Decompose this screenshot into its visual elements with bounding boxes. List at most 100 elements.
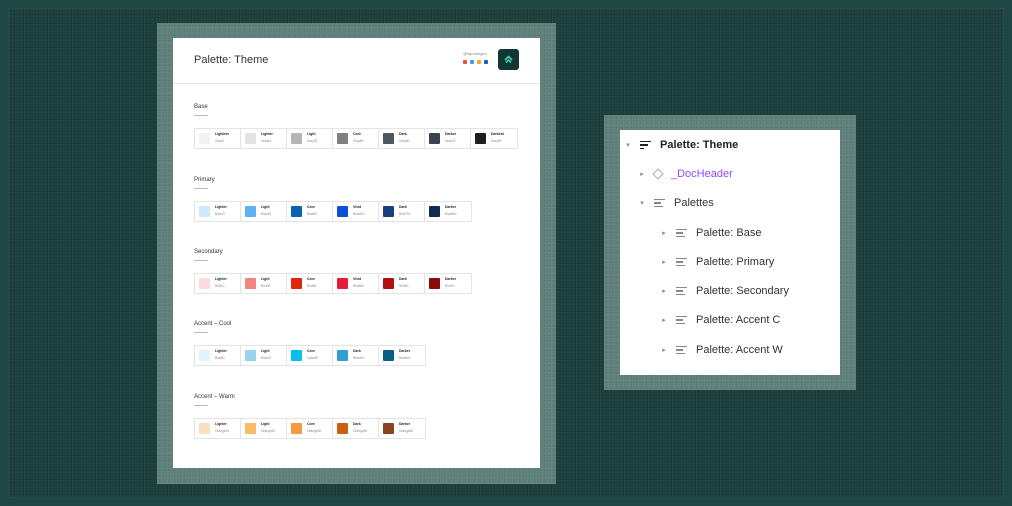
color-swatch[interactable]: Vivid Red50v	[333, 274, 379, 293]
swatch-variable: Blue40v	[353, 356, 365, 360]
color-swatch[interactable]: Core Blue50	[287, 202, 333, 221]
palette-section: Primary Lighter Blue10 Light Blue30 Core Blue5…	[194, 177, 472, 222]
caret-down-icon[interactable]: ▾	[638, 199, 646, 207]
swatch-row: Lightest Gray5 Lighter Gray10 Light Gray30 Cor…	[194, 128, 518, 149]
social-icon-1[interactable]	[463, 60, 467, 64]
swatch-variable: Blue30	[261, 212, 271, 216]
color-swatch[interactable]: Darker Orange60	[379, 419, 425, 438]
swatch-variable: Blue60v	[353, 212, 365, 216]
swatch-variable: Gray60	[353, 139, 364, 143]
color-swatch[interactable]: Dark Gray80	[379, 129, 425, 148]
color-swatch[interactable]: Lighter Blue10	[195, 202, 241, 221]
swatch-variable: Red30	[261, 284, 271, 288]
social-icon-4[interactable]	[484, 60, 488, 64]
color-swatch[interactable]: Lighter Blue5v	[195, 346, 241, 365]
color-swatch[interactable]: Darkest Gray90	[471, 129, 517, 148]
layer-item[interactable]: ▸ Palette: Primary	[660, 252, 774, 272]
color-swatch[interactable]: Lighter Red10	[195, 274, 241, 293]
color-swatch[interactable]: Core Cyan30	[287, 346, 333, 365]
color-swatch[interactable]: Darker Blue80v	[425, 202, 471, 221]
swatch-name: Lightest	[215, 132, 229, 136]
caret-right-icon[interactable]: ▸	[660, 229, 668, 237]
color-chip	[245, 423, 256, 434]
color-swatch[interactable]: Light Gray30	[287, 129, 333, 148]
color-chip	[245, 133, 256, 144]
document-page: Palette: Theme @figmatrigen Base Lightest…	[173, 38, 540, 468]
swatch-variable: Red70	[445, 284, 455, 288]
swatch-variable: Orange50	[353, 429, 368, 433]
color-chip	[475, 133, 486, 144]
swatch-name: Core	[307, 422, 315, 426]
doc-handle: @figmatrigen	[463, 51, 487, 56]
color-swatch[interactable]: Lighter Gray10	[241, 129, 287, 148]
color-swatch[interactable]: Dark Red60	[379, 274, 425, 293]
color-swatch[interactable]: Core Gray60	[333, 129, 379, 148]
swatch-row: Lighter Blue10 Light Blue30 Core Blue50 Vivid B…	[194, 201, 472, 222]
layer-label: Palette: Secondary	[696, 285, 789, 297]
caret-right-icon[interactable]: ▸	[660, 346, 668, 354]
color-swatch[interactable]: Vivid Blue60v	[333, 202, 379, 221]
swatch-name: Core	[353, 132, 361, 136]
color-swatch[interactable]: Core Red50	[287, 274, 333, 293]
color-chip	[291, 206, 302, 217]
swatch-name: Lighter	[261, 132, 273, 136]
layer-item[interactable]: ▸ Palette: Secondary	[660, 281, 789, 301]
color-swatch[interactable]: Darker Gray70	[425, 129, 471, 148]
color-swatch[interactable]: Lighter Orange10	[195, 419, 241, 438]
color-chip	[429, 278, 440, 289]
color-swatch[interactable]: Core Orange30	[287, 419, 333, 438]
color-chip	[337, 206, 348, 217]
caret-right-icon[interactable]: ▸	[660, 258, 668, 266]
color-chip	[337, 278, 348, 289]
social-icon-3[interactable]	[477, 60, 481, 64]
caret-right-icon[interactable]: ▸	[660, 287, 668, 295]
caret-right-icon[interactable]: ▸	[660, 316, 668, 324]
color-chip	[199, 278, 210, 289]
color-chip	[383, 133, 394, 144]
swatch-name: Darker	[445, 205, 457, 209]
swatch-variable: Cyan30	[307, 356, 318, 360]
caret-right-icon[interactable]: ▸	[638, 170, 646, 178]
swatch-name: Core	[307, 349, 315, 353]
frame-icon	[676, 286, 687, 296]
swatch-name: Vivid	[353, 277, 362, 281]
section-divider	[194, 260, 208, 261]
swatch-name: Light	[261, 349, 270, 353]
swatch-variable: Gray80	[399, 139, 410, 143]
section-title: Accent – Cool	[194, 321, 232, 327]
caret-down-icon[interactable]: ▾	[624, 141, 632, 149]
color-swatch[interactable]: Light Blue30	[241, 202, 287, 221]
layer-item[interactable]: ▸ Palette: Accent C	[660, 310, 780, 330]
section-title: Accent – Warm	[194, 394, 235, 400]
color-swatch[interactable]: Dark Blue70v	[379, 202, 425, 221]
color-swatch[interactable]: Light Red30	[241, 274, 287, 293]
section-title: Secondary	[194, 249, 223, 255]
color-swatch[interactable]: Light Blue20	[241, 346, 287, 365]
swatch-name: Vivid	[353, 205, 362, 209]
layer-item[interactable]: ▸ Palette: Base	[660, 223, 761, 243]
swatch-name: Dark	[353, 349, 361, 353]
swatch-variable: Blue60v	[399, 356, 411, 360]
swatch-variable: Blue10	[215, 212, 225, 216]
color-swatch[interactable]: Lightest Gray5	[195, 129, 241, 148]
color-swatch[interactable]: Darker Red70	[425, 274, 471, 293]
layer-item[interactable]: ▸ _DocHeader	[638, 164, 733, 184]
color-swatch[interactable]: Dark Orange50	[333, 419, 379, 438]
layer-item[interactable]: ▾ Palettes	[638, 193, 714, 213]
color-chip	[291, 278, 302, 289]
color-swatch[interactable]: Darker Blue60v	[379, 346, 425, 365]
color-chip	[245, 278, 256, 289]
color-swatch[interactable]: Light Orange20	[241, 419, 287, 438]
swatch-variable: Blue70v	[399, 212, 411, 216]
social-icon-2[interactable]	[470, 60, 474, 64]
swatch-variable: Orange60	[399, 429, 414, 433]
layer-item[interactable]: ▾ Palette: Theme	[624, 135, 738, 155]
frame-icon	[654, 198, 665, 208]
palette-section: Accent – Cool Lighter Blue5v Light Blue20 Cor…	[194, 321, 426, 366]
layer-item[interactable]: ▸ Palette: Accent W	[660, 340, 783, 360]
color-chip	[199, 206, 210, 217]
swatch-name: Darker	[399, 349, 411, 353]
swatch-variable: Blue20	[261, 356, 271, 360]
section-title: Primary	[194, 177, 215, 183]
color-swatch[interactable]: Dark Blue40v	[333, 346, 379, 365]
